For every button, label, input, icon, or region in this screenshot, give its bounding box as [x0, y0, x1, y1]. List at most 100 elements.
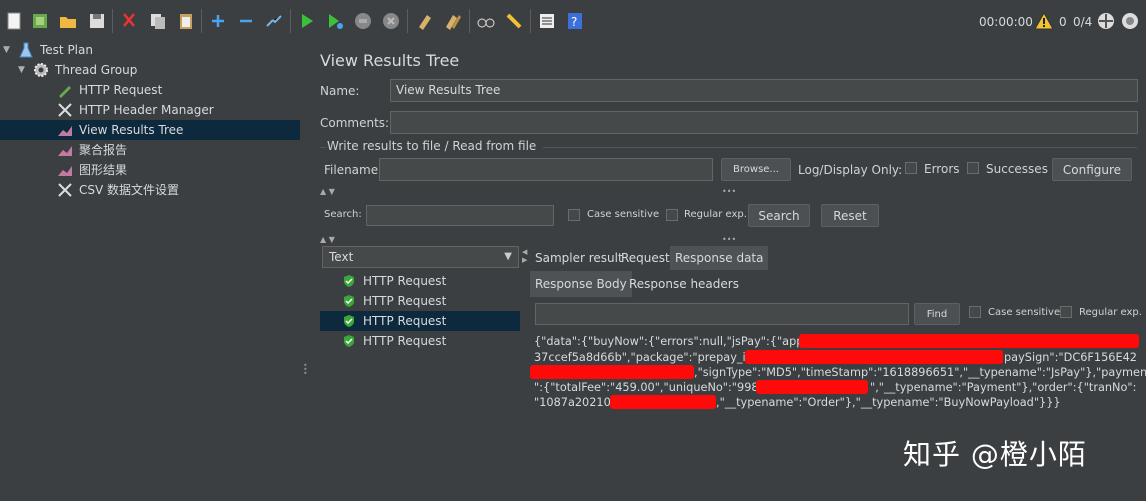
clear-icon[interactable] — [414, 10, 436, 32]
tree-item-label: HTTP Header Manager — [79, 103, 214, 117]
response-line: "1087a202104 — [534, 396, 618, 409]
case-sensitive-label: Case sensitive — [587, 209, 660, 220]
find-button[interactable]: Find — [914, 303, 960, 325]
help-icon[interactable]: ? — [564, 10, 586, 32]
regexp-label: Regular exp. — [684, 209, 747, 220]
response-line: {"data":{"buyNow":{"errors":null,"jsPay"… — [534, 335, 823, 348]
remote-start-icon[interactable] — [1096, 11, 1116, 34]
results-splitter[interactable]: ◀ ▶ — [520, 242, 528, 501]
tree-item-graph-results[interactable]: 图形结果 — [56, 160, 300, 180]
remote-stop-icon[interactable] — [1120, 11, 1140, 34]
result-item[interactable]: HTTP Request — [320, 291, 520, 311]
regexp-checkbox[interactable] — [666, 209, 678, 221]
name-label: Name: — [320, 84, 360, 98]
stop-icon[interactable] — [352, 10, 374, 32]
chart-icon — [56, 121, 74, 139]
tree-item-label: HTTP Request — [79, 83, 163, 97]
main-splitter[interactable]: • • • — [300, 42, 310, 501]
find-regexp-label: Regular exp. — [1079, 307, 1142, 318]
redaction-mark — [745, 350, 1003, 364]
clear-all-icon[interactable] — [442, 10, 464, 32]
tab-response-body[interactable]: Response Body — [530, 271, 632, 297]
tab-request[interactable]: Request — [616, 246, 675, 270]
result-label: HTTP Request — [363, 334, 447, 348]
result-item[interactable]: HTTP Request — [320, 331, 520, 351]
find-input[interactable] — [535, 303, 909, 325]
tree-item-label: CSV 数据文件设置 — [79, 183, 180, 197]
templates-icon[interactable] — [29, 10, 51, 32]
search-input[interactable] — [366, 205, 554, 226]
tab-sampler-result[interactable]: Sampler result — [530, 246, 628, 270]
toolbar: ? 00:00:00 0 0/4 — [0, 0, 1146, 43]
collapse-bar-2[interactable]: ▲ ▼ ••• — [320, 235, 1136, 244]
successes-label: Successes — [986, 162, 1048, 176]
chevron-down-icon: ▼ — [504, 251, 512, 262]
warning-icon[interactable] — [1034, 11, 1054, 33]
success-shield-icon — [344, 335, 354, 347]
tab-response-data[interactable]: Response data — [670, 246, 769, 270]
copy-icon[interactable] — [147, 10, 169, 32]
redaction-mark — [756, 380, 868, 394]
collapse-icon[interactable] — [235, 10, 257, 32]
tree-item-csv-data-set[interactable]: CSV 数据文件设置 — [56, 180, 300, 200]
shutdown-icon[interactable] — [380, 10, 402, 32]
function-helper-icon[interactable] — [536, 10, 558, 32]
start-icon[interactable] — [296, 10, 318, 32]
filename-input[interactable] — [379, 158, 713, 181]
configure-button[interactable]: Configure — [1052, 158, 1132, 181]
case-sensitive-checkbox[interactable] — [568, 209, 580, 221]
expand-icon[interactable] — [207, 10, 229, 32]
response-line: ":{"totalFee":"459.00","uniqueNo":"998p2 — [534, 381, 773, 394]
cut-icon[interactable] — [118, 10, 140, 32]
result-item-selected[interactable]: HTTP Request — [320, 311, 520, 331]
browse-button[interactable]: Browse... — [721, 158, 791, 181]
tree-item-thread-group[interactable]: ▼ Thread Group — [18, 60, 300, 80]
pen-icon — [56, 81, 74, 99]
elapsed-timer: 00:00:00 — [979, 15, 1033, 29]
errors-checkbox[interactable] — [905, 162, 917, 174]
comments-label: Comments: — [320, 116, 390, 130]
renderer-select[interactable]: Text ▼ — [322, 246, 519, 268]
start-no-pause-icon[interactable] — [324, 10, 346, 32]
toggle-icon[interactable] — [263, 10, 285, 32]
reset-button[interactable]: Reset — [821, 204, 879, 227]
tree-item-http-header-manager[interactable]: HTTP Header Manager — [56, 100, 300, 120]
find-case-sensitive-checkbox[interactable] — [969, 306, 981, 318]
chart-icon — [56, 141, 74, 159]
paste-icon[interactable] — [175, 10, 197, 32]
tree-item-label: Test Plan — [40, 43, 93, 57]
tree-item-view-results-tree[interactable]: View Results Tree — [0, 120, 300, 140]
tree-item-label: Thread Group — [55, 63, 138, 77]
name-field[interactable]: View Results Tree — [390, 79, 1138, 102]
test-plan-icon — [17, 41, 35, 59]
result-item[interactable]: HTTP Request — [320, 271, 520, 291]
result-label: HTTP Request — [363, 314, 447, 328]
new-icon[interactable] — [3, 10, 25, 32]
response-line: ","__typename":"Payment"},"order":{"tran… — [870, 381, 1137, 394]
response-line: 37ccef5a8d66b","package":"prepay_id= — [534, 351, 763, 364]
tree-item-test-plan[interactable]: ▼ Test Plan — [0, 40, 300, 60]
tab-response-headers[interactable]: Response headers — [624, 271, 744, 297]
find-regexp-checkbox[interactable] — [1060, 306, 1072, 318]
comments-field[interactable] — [390, 111, 1138, 134]
tree-item-aggregate-report[interactable]: 聚合报告 — [56, 140, 300, 160]
response-line: ,"signType":"MD5","timeStamp":"161889665… — [694, 366, 1146, 379]
search-icon[interactable] — [475, 10, 497, 32]
write-results-legend: Write results to file / Read from file — [327, 139, 537, 153]
tree-item-label: View Results Tree — [79, 123, 184, 137]
save-icon[interactable] — [86, 10, 108, 32]
thread-ratio: 0/4 — [1073, 15, 1093, 29]
tree-item-http-request[interactable]: HTTP Request — [56, 80, 300, 100]
response-line: paySign":"DC6F156E42 — [1004, 351, 1137, 364]
page-title: View Results Tree — [320, 51, 460, 70]
open-icon[interactable] — [57, 10, 79, 32]
successes-checkbox[interactable] — [967, 162, 979, 174]
tools-icon — [56, 101, 74, 119]
gear-icon — [32, 61, 50, 79]
search-button[interactable]: Search — [748, 204, 810, 227]
watermark: 知乎 @橙小陌 — [903, 438, 1087, 471]
reset-search-icon[interactable] — [503, 10, 525, 32]
errors-label: Errors — [924, 162, 960, 176]
collapse-bar-1[interactable]: ▲ ▼ ••• — [320, 187, 1136, 196]
success-shield-icon — [344, 315, 354, 327]
